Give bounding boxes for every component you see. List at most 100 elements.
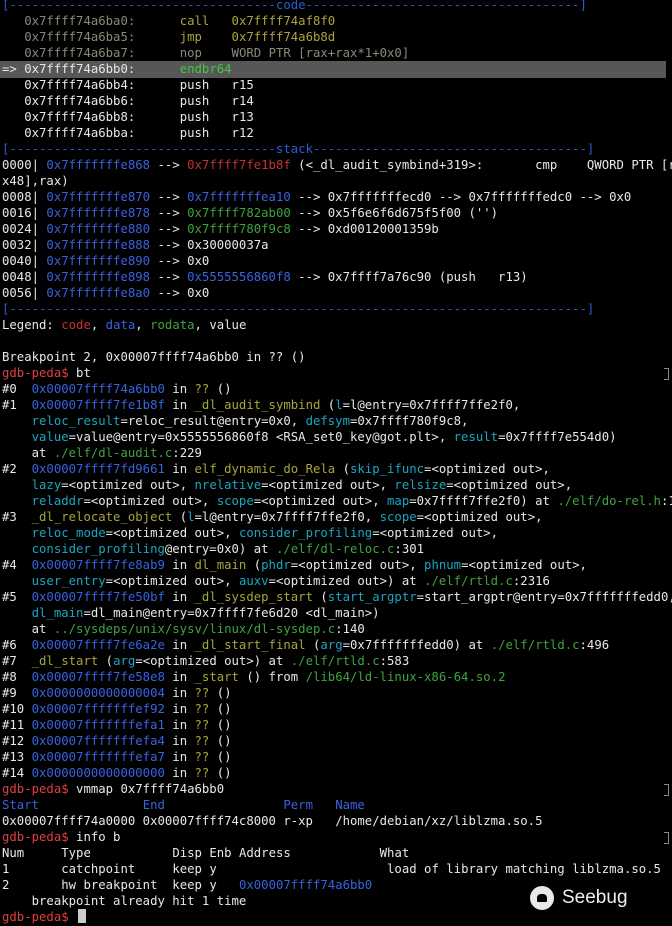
infob-num: 2 [2, 878, 10, 892]
stack-arrow: --> [150, 254, 188, 268]
stack-address: 0x7fffffffe8a0 [46, 286, 151, 300]
stack-value: 0x5555556860f8 [187, 270, 291, 284]
stack-deref: --> 0x5f6e6f6d675f5f00 ('') [290, 206, 499, 220]
scroll-marker-icon [664, 784, 669, 796]
bt-frame: #14 0x0000000000000000 in ?? () [2, 766, 232, 780]
stack-arrow: --> [150, 222, 188, 236]
code-args: 0x7ffff74a6b8d [231, 30, 336, 44]
bt-frame: #4 0x00007ffff7fe8ab9 in dl_main (phdr=<… [2, 558, 587, 572]
code-op: push [179, 110, 210, 124]
stack-row: 0016| 0x7fffffffe878 --> 0x7ffff782ab00 … [2, 205, 498, 221]
stack-section-footer: [---------------------------------------… [2, 302, 595, 316]
code-args: r15 [231, 78, 254, 92]
stack-offset: 0016| [2, 206, 47, 220]
bt-frame-cont: reloc_result=reloc_result@entry=0x0, def… [31, 414, 469, 428]
code-address: 0x7ffff74a6bb4: [24, 78, 136, 92]
code-line: 0x7ffff74a6ba0: call 0x7ffff74af8f0 [2, 13, 335, 29]
stack-offset: 0032| [2, 238, 47, 252]
code-op: call [179, 14, 210, 28]
code-marker [2, 94, 24, 108]
code-op: push [179, 94, 210, 108]
vmmap-end: 0x00007ffff74c8000 [142, 814, 276, 828]
infob-what: load of library matching liblzma.so.5 [387, 862, 661, 876]
infob-col-num: Num [2, 846, 25, 860]
code-marker [2, 126, 24, 140]
vmmap-name: /home/debian/xz/liblzma.so.5 [335, 814, 543, 828]
stack-row: 0000| 0x7fffffffe868 --> 0x7ffff7fe1b8f … [2, 157, 672, 173]
stack-address: 0x7fffffffe878 [46, 206, 151, 220]
infob-col-enb: Enb [209, 846, 232, 860]
gdb-prompt: gdb-peda$ [2, 366, 69, 380]
vmmap-start: 0x00007ffff74a0000 [2, 814, 136, 828]
bt-frame: #7 _dl_start (arg=<optimized out>) at ./… [2, 654, 410, 668]
vmmap-col-name: Name [335, 798, 365, 812]
current-instruction-marker: => [2, 62, 25, 76]
stack-address: 0x7fffffffe888 [46, 238, 151, 252]
infob-disp: keep [172, 862, 202, 876]
seebug-logo-icon [530, 886, 554, 910]
stack-section-header: [------------------------------------sta… [2, 142, 595, 156]
scroll-marker-icon [664, 368, 669, 380]
code-args: r13 [231, 110, 254, 124]
bt-frame: #0 0x00007ffff74a6bb0 in ?? () [2, 382, 232, 396]
terminal-window[interactable]: [------------------------------------cod… [0, 0, 672, 926]
bt-frame: #6 0x00007ffff7fe6a2e in _dl_start_final… [2, 638, 610, 652]
code-marker [2, 14, 24, 28]
seebug-watermark: Seebug [530, 886, 628, 910]
bt-frame: #5 0x00007ffff7fe50bf in _dl_sysdep_star… [2, 590, 672, 604]
bt-command-line: gdb-peda$ bt [2, 365, 91, 381]
stack-deref: (<_dl_audit_symbind+319>: cmp QWORD PTR … [290, 158, 672, 172]
gdb-prompt: gdb-peda$ [2, 782, 69, 796]
gdb-prompt: gdb-peda$ [2, 910, 69, 924]
stack-address: 0x7fffffffe898 [46, 270, 151, 284]
code-line: 0x7ffff74a6bba: push r12 [2, 125, 254, 141]
vmmap-col-perm: Perm [283, 798, 313, 812]
code-marker [2, 46, 24, 60]
infob-col-disp: Disp [172, 846, 202, 860]
code-args: r12 [231, 126, 254, 140]
code-address: 0x7ffff74a6bb0: [24, 62, 136, 76]
code-address: 0x7ffff74a6bba: [24, 126, 136, 140]
legend-line: Legend: code, data, rodata, value [2, 318, 247, 332]
terminal-cursor[interactable] [78, 909, 87, 923]
stack-deref: --> 0x7ffff7a76c90 (push r13) [290, 270, 528, 284]
stack-address: 0x7fffffffe880 [46, 222, 151, 236]
code-line: 0x7ffff74a6bb6: push r14 [2, 93, 254, 109]
code-line: 0x7ffff74a6bb8: push r13 [2, 109, 254, 125]
stack-value: 0x7ffff782ab00 [187, 206, 291, 220]
stack-value: 0x0 [187, 286, 210, 300]
bt-frame-cont: reloc_mode=<optimized out>, consider_pro… [31, 526, 499, 540]
code-line-current: => 0x7ffff74a6bb0: endbr64 [2, 61, 232, 77]
legend-data: data [105, 318, 136, 332]
code-args: 0x7ffff74af8f0 [231, 14, 336, 28]
infob-disp: keep [172, 878, 202, 892]
code-op: push [179, 78, 210, 92]
bt-frame: #2 0x00007ffff7fd9661 in elf_dynamic_do_… [2, 462, 550, 476]
vmmap-command: vmmap 0x7ffff74a6bb0 [68, 782, 225, 796]
stack-value: 0x0 [187, 254, 210, 268]
bt-frame: #10 0x00007fffffffef92 in ?? () [2, 702, 232, 716]
code-marker [2, 78, 24, 92]
stack-value: 0x7ffff780f9c8 [187, 222, 291, 236]
bt-frame-cont: value=value@entry=0x5555556860f8 <RSA_se… [31, 430, 617, 444]
vmmap-perm: r-xp [283, 814, 313, 828]
stack-offset: 0024| [2, 222, 47, 236]
infob-command-line: gdb-peda$ info b [2, 829, 120, 845]
stack-value: 0x7ffff7fe1b8f [187, 158, 291, 172]
vmmap-header: Start End Perm Name [2, 797, 365, 813]
code-args: r14 [231, 94, 254, 108]
code-line: 0x7ffff74a6ba7: nop WORD PTR [rax+rax*1+… [2, 45, 409, 61]
code-op: push [179, 126, 210, 140]
bt-frame: #8 0x00007ffff7fe58e8 in _start () from … [2, 670, 506, 684]
stack-arrow: --> [150, 238, 188, 252]
legend-value: value [209, 318, 247, 332]
code-section-header: [------------------------------------cod… [2, 0, 587, 12]
stack-deref: --> 0xd00120001359b [290, 222, 439, 236]
infob-address: 0x00007ffff74a6bb0 [238, 878, 373, 892]
code-marker [2, 110, 24, 124]
prompt-input-line[interactable]: gdb-peda$ [2, 909, 87, 925]
bt-frame: #3 _dl_relocate_object (l=l@entry=0x7fff… [2, 510, 543, 524]
code-marker [2, 30, 24, 44]
infob-row: 2 hw breakpoint keep y 0x00007ffff74a6bb… [2, 877, 372, 893]
bt-frame: #12 0x00007fffffffefa4 in ?? () [2, 734, 232, 748]
